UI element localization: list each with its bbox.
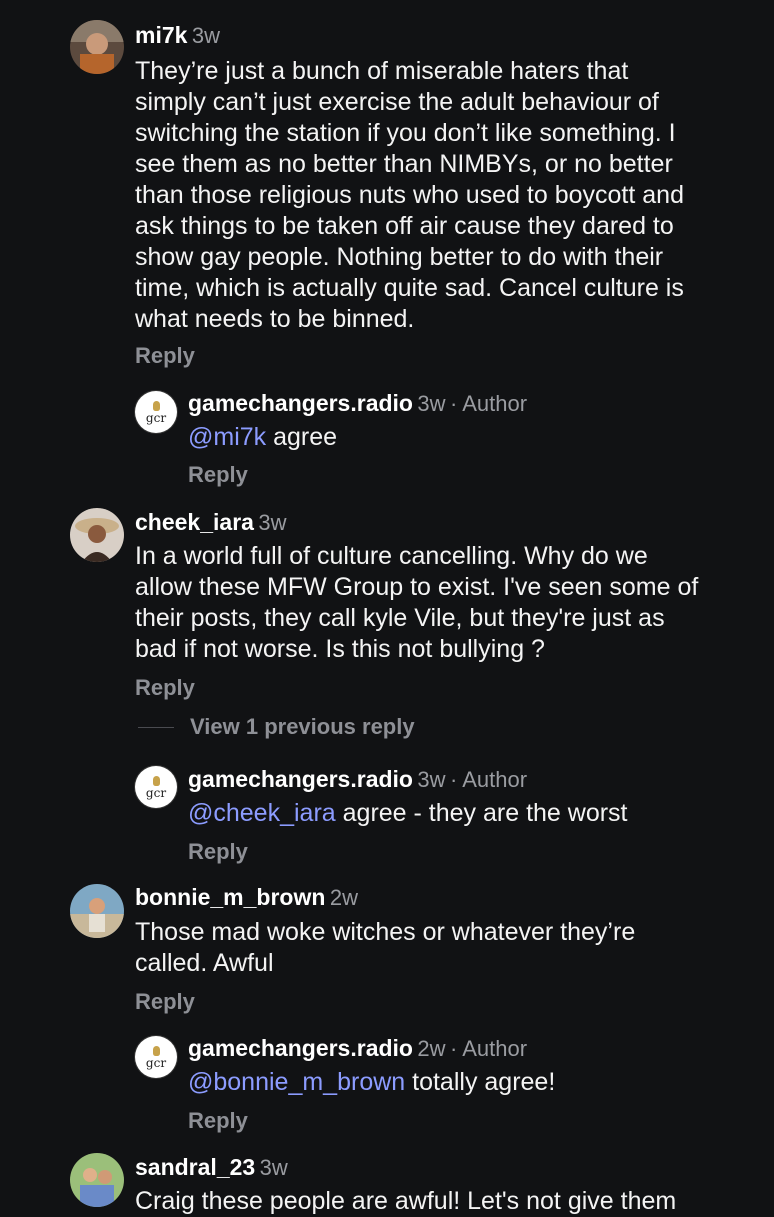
avatar[interactable] bbox=[70, 1153, 124, 1207]
divider-line bbox=[138, 727, 174, 728]
username[interactable]: gamechangers.radio bbox=[188, 1035, 413, 1061]
microphone-icon bbox=[152, 400, 160, 411]
avatar-image bbox=[70, 508, 124, 562]
text-line: their posts, they call kyle Vile, but th… bbox=[135, 604, 665, 632]
reply-button[interactable]: Reply bbox=[135, 989, 195, 1015]
username[interactable]: cheek_iara bbox=[135, 509, 254, 535]
text-line: In a world full of culture cancelling. W… bbox=[135, 542, 648, 570]
text-line: show gay people. Nothing better to do wi… bbox=[135, 243, 664, 271]
avatar-image bbox=[70, 20, 124, 74]
mention-link[interactable]: @bonnie_m_brown bbox=[188, 1068, 405, 1096]
text-line: time, which is actually quite sad. Cance… bbox=[135, 274, 684, 302]
author-badge: · Author bbox=[450, 767, 528, 792]
text-line: allow these MFW Group to exist. I've see… bbox=[135, 573, 699, 601]
avatar[interactable] bbox=[70, 884, 124, 938]
view-previous-replies-button[interactable]: View 1 previous reply bbox=[190, 714, 415, 740]
reply-button[interactable]: Reply bbox=[135, 675, 195, 701]
reply-body: agree - they are the worst bbox=[335, 799, 628, 827]
text-line: simply can’t just exercise the adult beh… bbox=[135, 88, 659, 116]
username[interactable]: sandral_23 bbox=[135, 1154, 255, 1180]
username[interactable]: mi7k bbox=[135, 22, 187, 48]
mention-link[interactable]: @cheek_iara bbox=[188, 799, 336, 827]
reply-header: gamechangers.radio 3w · Author bbox=[188, 766, 527, 793]
reply-text: @mi7k agree bbox=[188, 422, 337, 453]
gcr-logo-avatar[interactable]: gcr bbox=[135, 1036, 177, 1078]
timestamp: 3w bbox=[417, 391, 446, 416]
author-badge: · Author bbox=[450, 1036, 528, 1061]
avatar[interactable] bbox=[70, 508, 124, 562]
reply-body: agree bbox=[266, 423, 338, 451]
reply-text: @bonnie_m_brown totally agree! bbox=[188, 1067, 555, 1098]
text-line: bad if not worse. Is this not bullying ? bbox=[135, 635, 545, 663]
gcr-logo-avatar[interactable]: gcr bbox=[135, 391, 177, 433]
text-line: called. Awful bbox=[135, 949, 274, 977]
timestamp: 3w bbox=[191, 23, 221, 48]
gcr-logo-text: gcr bbox=[145, 1055, 167, 1070]
mention-link[interactable]: @mi7k bbox=[188, 423, 266, 451]
avatar-image bbox=[70, 1153, 124, 1207]
comment-text: Craig these people are awful! Let's not … bbox=[135, 1186, 755, 1217]
username[interactable]: bonnie_m_brown bbox=[135, 884, 325, 910]
author-badge: · Author bbox=[450, 391, 528, 416]
reply-body: totally agree! bbox=[405, 1068, 556, 1096]
text-line: switching the station if you don’t like … bbox=[135, 119, 676, 147]
gcr-logo-text: gcr bbox=[145, 785, 167, 800]
username[interactable]: gamechangers.radio bbox=[188, 390, 413, 416]
reply-button[interactable]: Reply bbox=[188, 839, 248, 865]
reply-button[interactable]: Reply bbox=[135, 343, 195, 369]
text-line: Craig these people are awful! Let's not … bbox=[135, 1187, 677, 1215]
timestamp: 3w bbox=[417, 767, 446, 792]
text-line: what needs to be binned. bbox=[135, 305, 415, 333]
comment-header: cheek_iara 3w bbox=[135, 509, 287, 536]
gcr-logo-text: gcr bbox=[145, 410, 167, 425]
timestamp: 2w bbox=[329, 885, 358, 910]
previous-comment-stub bbox=[170, 0, 220, 4]
microphone-icon bbox=[152, 1045, 160, 1056]
reply-header: gamechangers.radio 2w · Author bbox=[188, 1035, 527, 1062]
comment-header: bonnie_m_brown 2w bbox=[135, 884, 358, 911]
avatar-image bbox=[70, 884, 124, 938]
comment-header: mi7k 3w bbox=[135, 22, 220, 49]
reply-button[interactable]: Reply bbox=[188, 1108, 248, 1134]
comment-text: Those mad woke witches or whatever they’… bbox=[135, 917, 755, 979]
comment-text: They’re just a bunch of miserable haters… bbox=[135, 56, 755, 335]
comment-text: In a world full of culture cancelling. W… bbox=[135, 541, 755, 665]
timestamp: 3w bbox=[258, 510, 287, 535]
microphone-icon bbox=[152, 775, 160, 786]
timestamp: 2w bbox=[417, 1036, 446, 1061]
text-line: Those mad woke witches or whatever they’… bbox=[135, 918, 636, 946]
comment-header: sandral_23 3w bbox=[135, 1154, 288, 1181]
username[interactable]: gamechangers.radio bbox=[188, 766, 413, 792]
reply-text: @cheek_iara agree - they are the worst bbox=[188, 798, 628, 829]
text-line: see them as no better than NIMBYs, or no… bbox=[135, 150, 673, 178]
gcr-logo-avatar[interactable]: gcr bbox=[135, 766, 177, 808]
text-line: They’re just a bunch of miserable haters… bbox=[135, 57, 629, 85]
text-line: ask things to be taken off air cause the… bbox=[135, 212, 674, 240]
timestamp: 3w bbox=[259, 1155, 288, 1180]
reply-button[interactable]: Reply bbox=[188, 462, 248, 488]
reply-header: gamechangers.radio 3w · Author bbox=[188, 390, 527, 417]
text-line: than those religious nuts who used to bo… bbox=[135, 181, 684, 209]
avatar[interactable] bbox=[70, 20, 124, 74]
